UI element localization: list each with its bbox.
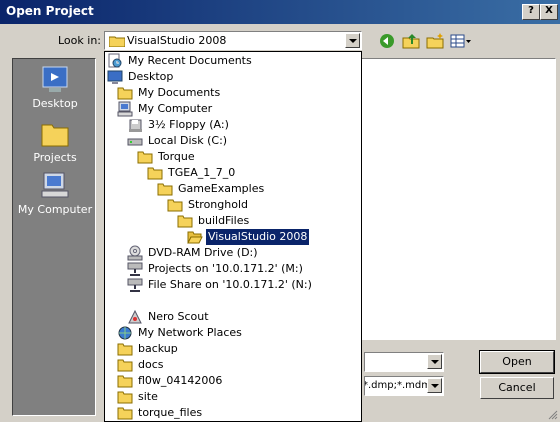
dropdown-item[interactable]: DVD-RAM Drive (D:) — [127, 245, 260, 261]
folder-icon — [109, 36, 125, 47]
dropdown-item[interactable]: docs — [117, 357, 166, 373]
folder-icon — [117, 405, 133, 421]
views-menu-icon[interactable] — [450, 33, 472, 49]
folder-icon — [147, 165, 163, 181]
dropdown-item[interactable]: torque_files — [117, 405, 204, 421]
dropdown-item[interactable]: Local Disk (C:) — [127, 133, 229, 149]
dropdown-item[interactable]: Desktop — [107, 69, 175, 85]
look-in-dropdown-list: My Recent Documents Desktop My Documents My… — [104, 51, 362, 422]
place-my-computer[interactable]: My Computer — [13, 171, 97, 216]
dropdown-item-label: My Computer — [138, 102, 213, 115]
file-type-dropdown-button[interactable] — [427, 378, 442, 393]
dropdown-item-label: docs — [138, 358, 164, 371]
disk-icon — [127, 133, 143, 149]
folder-icon — [157, 181, 173, 197]
title-bar[interactable]: Open Project ? X — [0, 0, 560, 24]
folder-icon — [117, 341, 133, 357]
look-in-value: VisualStudio 2008 — [127, 34, 227, 47]
resize-grip-icon[interactable] — [548, 410, 558, 420]
dropdown-item[interactable]: buildFiles — [177, 213, 251, 229]
dropdown-item[interactable]: File Share on '10.0.171.2' (N:) — [127, 277, 314, 293]
dropdown-item-label: File Share on '10.0.171.2' (N:) — [148, 278, 312, 291]
recent-icon — [107, 53, 123, 69]
dropdown-item[interactable]: Projects on '10.0.171.2' (M:) — [127, 261, 305, 277]
look-in-label: Look in: — [58, 34, 101, 47]
place-label: Desktop — [32, 97, 78, 110]
computer-icon — [117, 101, 133, 117]
dropdown-item[interactable]: My Documents — [117, 85, 222, 101]
dropdown-item[interactable]: backup — [117, 341, 180, 357]
dropdown-item-label: VisualStudio 2008 — [204, 228, 311, 246]
look-in-combo[interactable]: VisualStudio 2008 — [104, 31, 362, 50]
place-label: My Computer — [17, 203, 93, 216]
open-folder-icon — [187, 229, 203, 245]
new-folder-icon[interactable] — [426, 33, 444, 49]
dropdown-item-label: 3½ Floppy (A:) — [148, 118, 229, 131]
dropdown-item-label: torque_files — [138, 406, 203, 419]
dropdown-item-label: backup — [138, 342, 178, 355]
dropdown-item[interactable]: My Recent Documents — [107, 53, 254, 69]
folder-icon — [117, 357, 133, 373]
dropdown-item[interactable]: Stronghold — [167, 197, 250, 213]
dropdown-item-label: Projects on '10.0.171.2' (M:) — [148, 262, 303, 275]
dropdown-item[interactable]: TGEA_1_7_0 — [147, 165, 237, 181]
network-drive-icon — [127, 277, 143, 293]
file-name-combo[interactable] — [364, 352, 444, 372]
open-button[interactable]: Open — [479, 350, 555, 374]
folder-icon — [41, 124, 69, 147]
place-projects[interactable]: Projects — [13, 119, 97, 164]
back-icon[interactable] — [378, 33, 396, 49]
dropdown-item[interactable]: My Network Places — [117, 325, 244, 341]
place-desktop[interactable]: Desktop — [13, 65, 97, 110]
dropdown-item-label: My Network Places — [138, 326, 242, 339]
dropdown-item-label: Desktop — [128, 70, 174, 83]
cancel-button[interactable]: Cancel — [480, 377, 554, 399]
dropdown-item[interactable]: Torque — [137, 149, 197, 165]
folder-icon — [117, 389, 133, 405]
dropdown-item[interactable]: VisualStudio 2008 — [187, 228, 311, 246]
dropdown-item[interactable]: My Computer — [117, 101, 214, 117]
folder-icon — [177, 213, 193, 229]
window-title: Open Project — [6, 4, 94, 18]
dropdown-item-label: site — [138, 390, 158, 403]
up-folder-icon[interactable] — [402, 33, 420, 49]
file-type-combo[interactable]: *.dmp;*.mdmp — [364, 376, 444, 396]
dropdown-item-label: buildFiles — [198, 214, 250, 227]
dropdown-item-label: Stronghold — [188, 198, 249, 211]
dropdown-item-label: GameExamples — [178, 182, 265, 195]
dropdown-item-label: TGEA_1_7_0 — [168, 166, 236, 179]
dropdown-item-label: Nero Scout — [148, 310, 209, 323]
place-label: Projects — [33, 151, 77, 164]
nero-icon — [127, 309, 143, 325]
computer-icon — [41, 172, 69, 198]
dropdown-item[interactable]: GameExamples — [157, 181, 266, 197]
file-name-dropdown-button[interactable] — [427, 354, 442, 369]
dropdown-item-label: My Recent Documents — [128, 54, 252, 67]
dropdown-item-label: Local Disk (C:) — [148, 134, 228, 147]
dropdown-item[interactable]: 3½ Floppy (A:) — [127, 117, 231, 133]
dropdown-item-label: Torque — [158, 150, 195, 163]
folder-icon — [117, 373, 133, 389]
dropdown-item[interactable] — [107, 293, 111, 309]
desktop-icon — [107, 69, 123, 85]
folder-icon — [117, 85, 133, 101]
folder-icon — [137, 149, 153, 165]
places-bar: Desktop Projects My Computer — [12, 58, 96, 416]
network-icon — [117, 325, 133, 341]
close-button[interactable]: X — [540, 4, 558, 20]
folder-icon — [167, 197, 183, 213]
help-button[interactable]: ? — [522, 4, 540, 20]
open-project-dialog: Open Project ? X Look in: VisualStudio 2… — [0, 0, 560, 422]
look-in-dropdown-button[interactable] — [345, 33, 360, 48]
desktop-icon — [42, 66, 68, 92]
dropdown-item[interactable]: fl0w_04142006 — [117, 373, 224, 389]
dropdown-item-label: fl0w_04142006 — [138, 374, 223, 387]
floppy-icon — [127, 117, 143, 133]
network-drive-icon — [127, 261, 143, 277]
dropdown-item-label: DVD-RAM Drive (D:) — [148, 246, 258, 259]
dropdown-item[interactable]: site — [117, 389, 160, 405]
dropdown-item-label: My Documents — [138, 86, 221, 99]
cd-drive-icon — [127, 245, 143, 261]
dropdown-item[interactable]: Nero Scout — [127, 309, 211, 325]
